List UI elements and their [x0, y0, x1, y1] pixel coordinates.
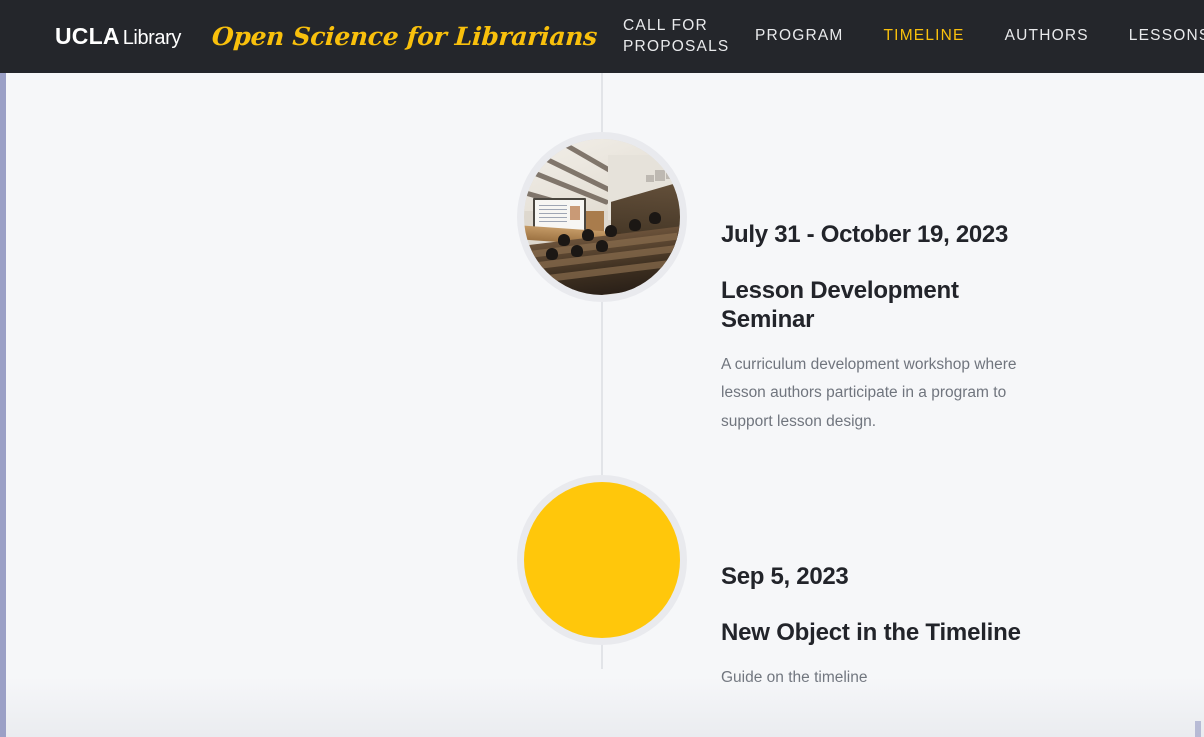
nav-item-call-for-proposals[interactable]: CALL FOR PROPOSALS: [623, 16, 735, 58]
lecture-hall-photo: [524, 139, 680, 295]
timeline-entry-date: Sep 5, 2023: [721, 563, 849, 590]
photo-attendee: [558, 234, 571, 247]
site-title[interactable]: Open Science for Librarians: [211, 22, 598, 51]
timeline-entry-title: New Object in the Timeline: [721, 618, 1021, 646]
photo-wall-panel: [665, 165, 678, 180]
photo-attendee: [570, 245, 583, 258]
photo-attendee: [628, 218, 641, 231]
yellow-circle: [524, 482, 680, 638]
photo-attendee: [648, 212, 661, 225]
timeline-node-marker[interactable]: [517, 132, 687, 302]
timeline-node-marker[interactable]: [517, 475, 687, 645]
photo-attendee: [595, 240, 608, 253]
photo-attendee: [545, 248, 558, 261]
vertical-scrollbar[interactable]: [0, 73, 6, 737]
photo-attendee: [605, 224, 618, 237]
photo-screen-graphic: [569, 206, 581, 221]
timeline-entry-description: Guide on the timeline: [721, 668, 868, 686]
nav-item-timeline[interactable]: TIMELINE: [884, 26, 965, 47]
nav-item-authors[interactable]: AUTHORS: [1005, 26, 1089, 47]
timeline-entry-text: July 31 - October 19, 2023 Lesson Develo…: [721, 221, 1051, 436]
horizontal-scrollbar-corner[interactable]: [1195, 721, 1201, 737]
photo-attendee: [581, 229, 594, 242]
nav-item-program[interactable]: PROGRAM: [755, 26, 844, 47]
brand-block[interactable]: UCLA Library Open Science for Librarians: [55, 22, 598, 51]
top-navigation-bar: UCLA Library Open Science for Librarians …: [0, 0, 1204, 73]
nav-links: CALL FOR PROPOSALS PROGRAM TIMELINE AUTH…: [623, 16, 1204, 58]
photo-wall-panel: [654, 170, 665, 181]
timeline: July 31 - October 19, 2023 Lesson Develo…: [0, 73, 1204, 737]
timeline-entry-text: Sep 5, 2023 New Object in the Timeline G…: [721, 563, 1051, 692]
photo-wall-panel: [646, 174, 655, 183]
library-wordmark: Library: [122, 27, 182, 49]
ucla-wordmark: UCLA: [55, 23, 120, 49]
nav-item-lessons[interactable]: LESSONS: [1129, 26, 1204, 47]
timeline-entry-date: July 31 - October 19, 2023: [721, 221, 1009, 248]
page-content: July 31 - October 19, 2023 Lesson Develo…: [0, 73, 1204, 737]
timeline-entry-description: A curriculum development workshop where …: [721, 356, 1017, 430]
ucla-library-logo[interactable]: UCLA Library: [55, 23, 182, 49]
timeline-entry-title: Lesson Development Seminar: [721, 276, 959, 333]
